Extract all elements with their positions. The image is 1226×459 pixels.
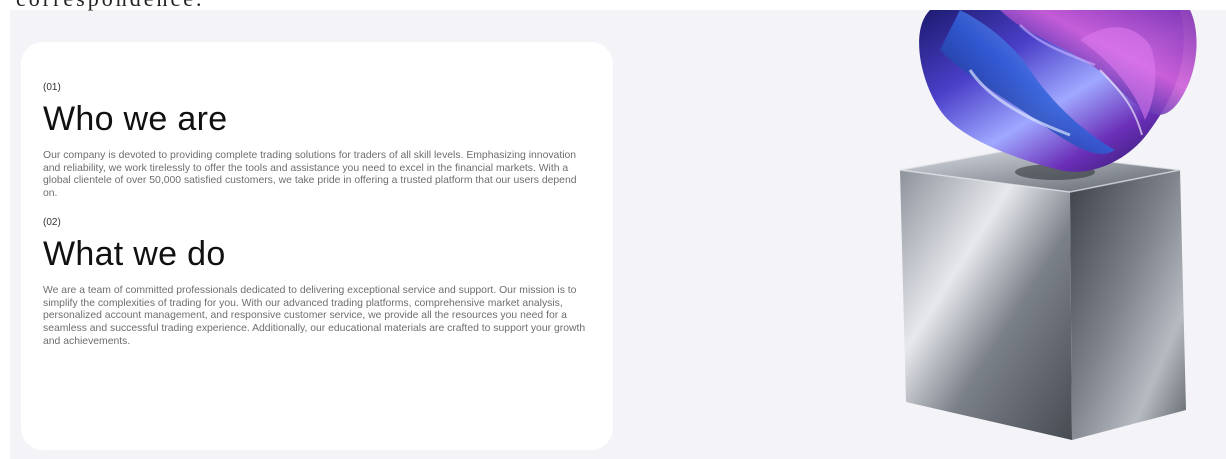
section-index: (01) — [43, 82, 61, 93]
cropped-header-text: correspondence. — [16, 0, 205, 12]
section-description: We are a team of committed professionals… — [43, 284, 586, 347]
section-index: (02) — [43, 216, 61, 228]
hero-sculpture-image — [899, 10, 1197, 440]
section-title: What we do — [43, 234, 226, 273]
section-description: Our company is devoted to providing comp… — [43, 150, 577, 200]
section-title: Who we are — [43, 100, 228, 138]
section-what-we-do: (02) What we do We are a team of committ… — [43, 217, 591, 349]
section-who-we-are: (01) Who we are Our company is devoted t… — [43, 82, 591, 201]
about-card: (01) Who we are Our company is devoted t… — [21, 42, 613, 450]
